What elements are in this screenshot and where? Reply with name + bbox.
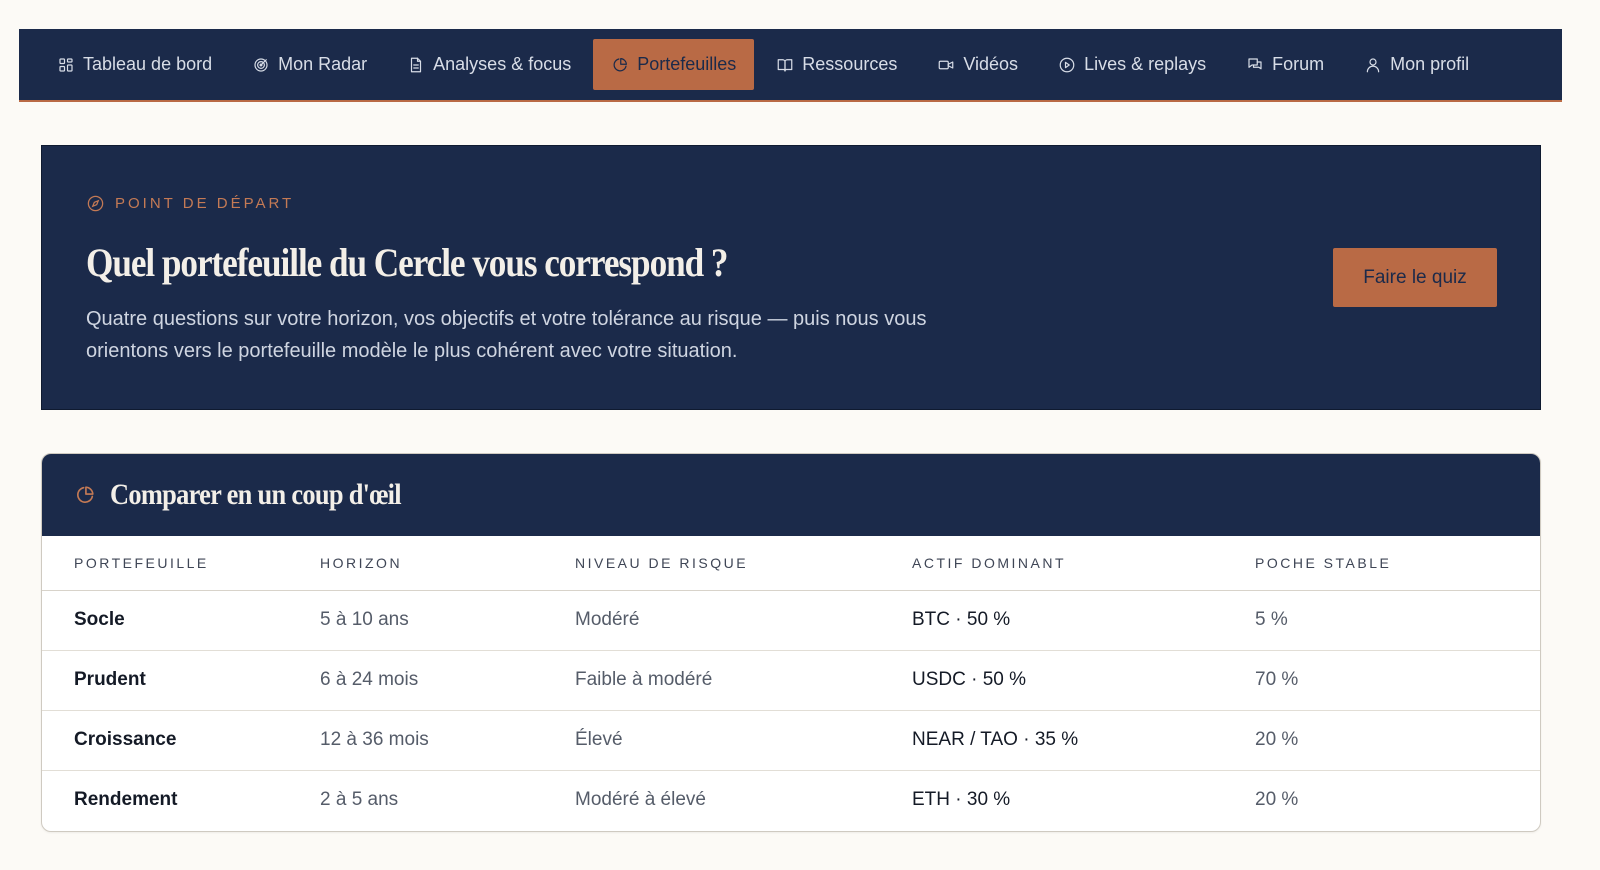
nav-item-label: Ressources [802,54,898,74]
play-circle-icon [1059,57,1075,72]
pie-chart-icon [77,486,94,503]
portfolio-name: Rendement [74,789,178,811]
video-icon [938,60,954,69]
nav-item-label: Analyses & focus [433,54,572,74]
table-row: Rendement 2 à 5 ans Modéré à élevé ETH ·… [42,770,1540,830]
quiz-banner: POINT DE DÉPART Quel portefeuille du Cer… [41,145,1541,410]
hero-title: Quel portefeuille du Cercle vous corresp… [86,240,729,285]
compass-icon [87,195,104,212]
hero-eyebrow-label: POINT DE DÉPART [115,195,295,212]
nav-item-label: Mon Radar [278,54,368,74]
stable-pocket-cell: 20 % [1255,789,1299,811]
portfolio-name: Prudent [42,650,320,711]
column-header: HORIZON [320,536,575,591]
compare-table: PORTEFEUILLE HORIZON NIVEAU DE RISQUE AC… [42,536,1540,830]
dominant-asset-cell: USDC · 50 % [912,650,1255,711]
risk-cell: Modéré à élevé [575,789,706,811]
hero-eyebrow: POINT DE DÉPART [86,194,294,213]
horizon-cell: 6 à 24 mois [320,650,575,711]
risk-cell: Faible à modéré [575,650,912,711]
document-icon [411,57,422,72]
dominant-asset-cell: ETH · 30 % [912,789,1011,811]
book-icon [777,58,793,72]
nav-item-mon-profil[interactable]: Mon profil [1346,39,1487,90]
table-row: Prudent 6 à 24 mois Faible à modéré USDC… [42,650,1540,711]
table-header-row: PORTEFEUILLE HORIZON NIVEAU DE RISQUE AC… [42,536,1540,591]
grid-icon [59,57,73,72]
nav-item-analyses-focus[interactable]: Analyses & focus [389,39,589,90]
user-icon [1366,57,1380,72]
nav-item-label: Portefeuilles [637,54,737,74]
portfolio-name: Socle [42,590,320,651]
nav-item-label: Tableau de bord [83,54,213,74]
main-nav: Tableau de bord Mon Radar Analyses & foc… [19,29,1562,102]
dominant-asset-cell: NEAR / TAO · 35 % [912,710,1255,771]
nav-item-videos[interactable]: Vidéos [919,39,1036,90]
compare-card-title: Comparer en un coup d'œil [110,478,402,511]
compare-card: Comparer en un coup d'œil PORTEFEUILLE H… [41,453,1541,832]
column-header: POCHE STABLE [1255,536,1540,591]
nav-item-label: Lives & replays [1084,54,1207,74]
table-row: Croissance 12 à 36 mois Élevé NEAR / TAO… [42,710,1540,771]
radar-icon [254,57,268,72]
start-quiz-button[interactable]: Faire le quiz [1333,248,1497,307]
table-row: Socle 5 à 10 ans Modéré BTC · 50 % 5 % [42,590,1540,651]
risk-cell: Modéré [575,590,912,651]
stable-pocket-cell: 5 % [1255,590,1540,651]
column-header: PORTEFEUILLE [42,536,320,591]
horizon-cell: 5 à 10 ans [320,590,575,651]
column-header: ACTIF DOMINANT [912,536,1255,591]
nav-item-forum[interactable]: Forum [1228,39,1342,90]
nav-item-tableau-de-bord[interactable]: Tableau de bord [57,39,230,90]
hero-description: Quatre questions sur votre horizon, vos … [86,308,927,362]
dominant-asset-cell: BTC · 50 % [912,590,1255,651]
portfolio-name: Croissance [42,710,320,771]
chat-icon [1248,57,1262,69]
risk-cell: Élevé [575,710,912,771]
pie-chart-icon [613,57,628,71]
nav-item-label: Vidéos [963,54,1019,74]
stable-pocket-cell: 70 % [1255,650,1540,711]
compare-card-header: Comparer en un coup d'œil [42,454,1540,536]
horizon-cell: 2 à 5 ans [320,789,399,811]
nav-item-portefeuilles[interactable]: Portefeuilles [593,39,755,90]
nav-item-lives-replays[interactable]: Lives & replays [1040,39,1224,90]
nav-item-mon-radar[interactable]: Mon Radar [234,39,385,90]
nav-item-label: Forum [1272,54,1325,74]
horizon-cell: 12 à 36 mois [320,710,575,771]
stable-pocket-cell: 20 % [1255,710,1540,771]
nav-item-label: Mon profil [1390,54,1470,74]
column-header: NIVEAU DE RISQUE [575,536,912,591]
nav-item-ressources[interactable]: Ressources [758,39,915,90]
